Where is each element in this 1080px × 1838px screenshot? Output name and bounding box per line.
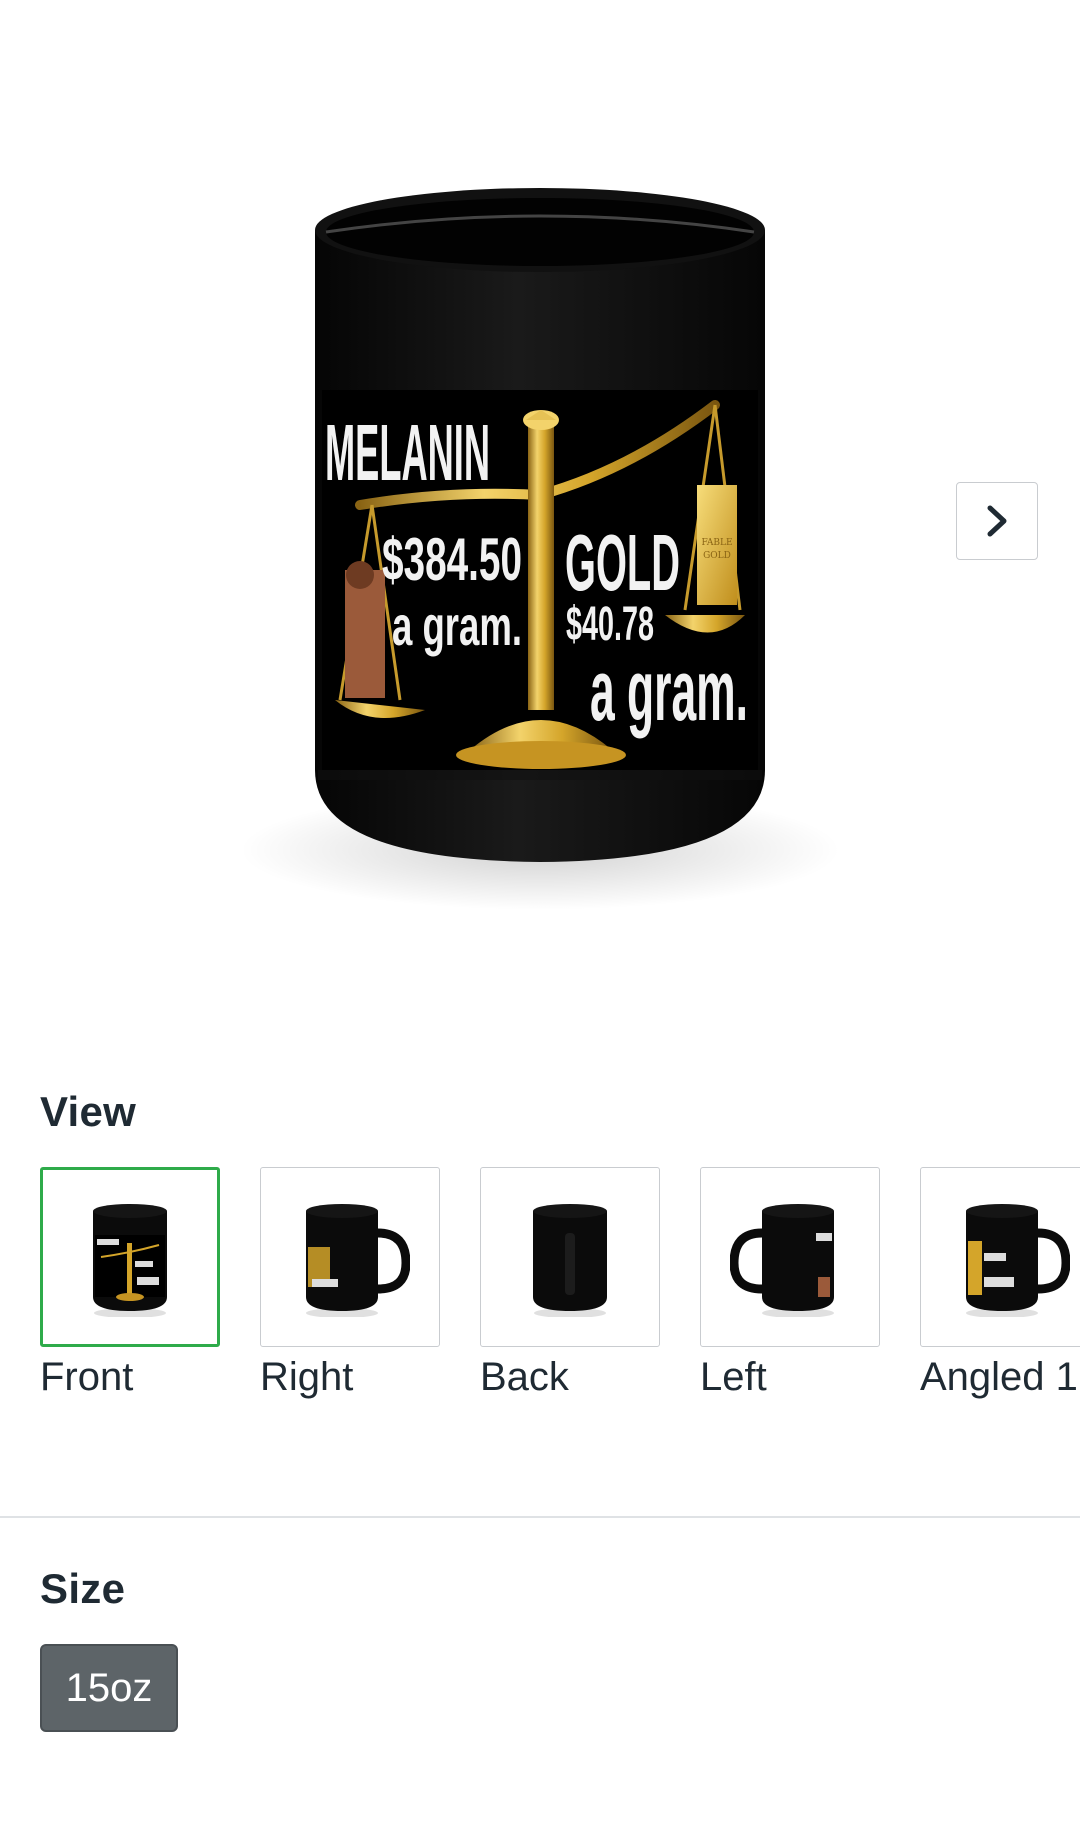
size-option-15oz[interactable]: 15oz [40, 1644, 178, 1732]
view-label-left: Left [700, 1355, 767, 1399]
product-image-area: FABLE GOLD MELANIN $384.50 a gram. GOLD … [0, 0, 1080, 1040]
size-section-title: Size [40, 1565, 126, 1612]
mug-left-thumbnail [730, 1204, 834, 1317]
view-option-angled-1[interactable]: Angled 1 [920, 1167, 1080, 1400]
product-mug-image: FABLE GOLD MELANIN $384.50 a gram. GOLD … [240, 188, 840, 910]
thumbnail-back[interactable] [480, 1167, 660, 1347]
thumbnail-front[interactable] [40, 1167, 220, 1347]
gold-bar-text-1: FABLE [701, 538, 732, 548]
print-text-melanin: MELANIN [325, 408, 490, 497]
thumbnail-left[interactable] [700, 1167, 880, 1347]
view-label-back: Back [480, 1355, 569, 1399]
view-label-front: Front [40, 1355, 134, 1399]
mug-front-thumbnail [93, 1204, 167, 1317]
mug-angled-thumbnail [966, 1204, 1070, 1317]
view-thumbnails: Front Right Back Left Angled 1 [40, 1167, 1080, 1407]
print-text-gold: GOLD [565, 518, 680, 607]
gold-bar-text-2: GOLD [703, 551, 731, 561]
next-image-button[interactable] [956, 482, 1038, 560]
view-label-angled-1: Angled 1 [920, 1355, 1078, 1399]
print-text-melanin-price: $384.50 [382, 526, 522, 593]
view-option-front[interactable]: Front [40, 1167, 220, 1400]
print-text-melanin-unit: a gram. [392, 594, 522, 657]
thumbnail-angled-1[interactable] [920, 1167, 1080, 1347]
view-option-left[interactable]: Left [700, 1167, 880, 1400]
view-option-back[interactable]: Back [480, 1167, 660, 1400]
print-text-gold-unit: a gram. [590, 643, 748, 739]
view-section-title: View [40, 1088, 137, 1135]
view-option-right[interactable]: Right [260, 1167, 440, 1400]
chevron-right-icon [987, 505, 1007, 537]
section-divider [0, 1516, 1080, 1518]
mug-back-thumbnail [533, 1204, 607, 1317]
thumbnail-right[interactable] [260, 1167, 440, 1347]
mug-right-thumbnail [306, 1204, 410, 1317]
view-label-right: Right [260, 1355, 354, 1399]
